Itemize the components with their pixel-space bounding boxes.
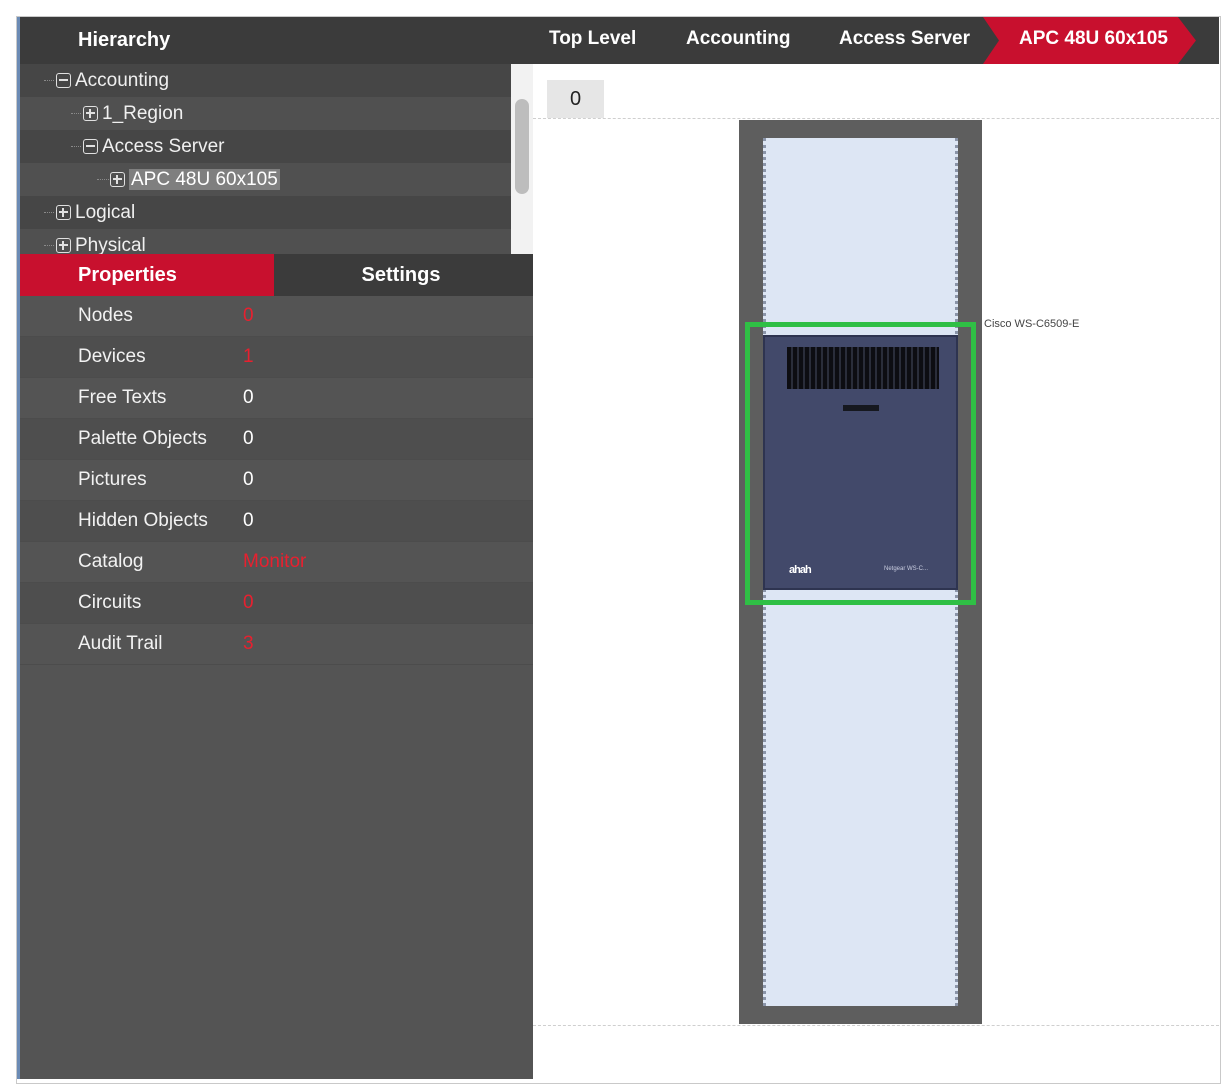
property-label: Nodes: [78, 305, 133, 326]
property-row-nodes: Nodes 0: [20, 296, 533, 337]
property-value: 0: [243, 387, 254, 408]
tree-scrollbar[interactable]: [511, 64, 533, 254]
property-row-circuits: Circuits 0: [20, 583, 533, 624]
scrollbar-thumb[interactable]: [515, 99, 529, 194]
property-value-link[interactable]: 1: [243, 346, 254, 368]
property-value: 0: [243, 469, 254, 490]
expand-icon[interactable]: [56, 205, 71, 220]
property-value-link[interactable]: 0: [243, 592, 254, 614]
tree-node-accounting[interactable]: Accounting: [20, 64, 511, 97]
tree-node-physical[interactable]: Physical: [20, 229, 511, 254]
tree-node-access-server[interactable]: Access Server: [20, 130, 511, 163]
collapse-icon[interactable]: [83, 139, 98, 154]
breadcrumb: Top Level Accounting Access Server APC 4…: [533, 17, 1219, 64]
breadcrumb-access-server[interactable]: Access Server: [839, 17, 970, 64]
property-row-free-texts: Free Texts 0: [20, 378, 533, 419]
property-value-link[interactable]: Monitor: [243, 551, 306, 573]
breadcrumb-accounting[interactable]: Accounting: [686, 17, 791, 64]
property-row-audit-trail: Audit Trail 3: [20, 624, 533, 665]
property-label: Hidden Objects: [78, 510, 208, 531]
property-value: 0: [243, 428, 254, 449]
tab-settings[interactable]: Settings: [274, 254, 528, 296]
property-row-devices: Devices 1: [20, 337, 533, 378]
property-row-palette-objects: Palette Objects 0: [20, 419, 533, 460]
expand-icon[interactable]: [56, 238, 71, 253]
property-label: Catalog: [78, 551, 144, 572]
tree-node-label: Physical: [75, 235, 146, 254]
property-label: Audit Trail: [78, 633, 163, 654]
hierarchy-header: Hierarchy: [20, 17, 533, 64]
rack-canvas[interactable]: 0 ahah Netgear WS-C... Cisco WS-C6509-E: [533, 64, 1219, 1079]
tree-node-label: Accounting: [75, 70, 170, 91]
hierarchy-tree: Accounting 1_Region Access Server APC 48…: [20, 64, 533, 254]
property-value-link[interactable]: 3: [243, 633, 254, 655]
tree-node-label: Access Server: [102, 136, 225, 157]
property-value-link[interactable]: 0: [243, 305, 254, 327]
tree-node-label: 1_Region: [102, 103, 184, 124]
selection-highlight: [745, 322, 976, 605]
tree-node-label-selected: APC 48U 60x105: [129, 169, 280, 190]
device-label: Cisco WS-C6509-E: [984, 318, 1080, 330]
expand-icon[interactable]: [83, 106, 98, 121]
property-row-hidden-objects: Hidden Objects 0: [20, 501, 533, 542]
tree-node-1-region[interactable]: 1_Region: [20, 97, 511, 130]
breadcrumb-apc-48u[interactable]: APC 48U 60x105: [983, 17, 1196, 64]
property-row-catalog: Catalog Monitor: [20, 542, 533, 583]
canvas-guide-line: [533, 1025, 1219, 1026]
canvas-guide-line: [533, 118, 1219, 119]
property-label: Palette Objects: [78, 428, 207, 449]
left-panel: Hierarchy Accounting 1_Region Access Ser…: [17, 17, 533, 1079]
property-label: Devices: [78, 346, 146, 367]
level-indicator[interactable]: 0: [547, 80, 604, 118]
tree-connector: [97, 179, 109, 180]
tree-connector: [44, 245, 54, 246]
tab-properties[interactable]: Properties: [20, 254, 274, 296]
property-value: 0: [243, 510, 254, 531]
properties-list: Nodes 0 Devices 1 Free Texts 0 Palette O…: [20, 296, 533, 665]
expand-icon[interactable]: [110, 172, 125, 187]
panel-tabs: Properties Settings: [20, 254, 533, 296]
tree-connector: [44, 212, 54, 213]
tree-node-logical[interactable]: Logical: [20, 196, 511, 229]
tree-connector: [71, 146, 81, 147]
tree-node-label: Logical: [75, 202, 136, 223]
property-label: Free Texts: [78, 387, 167, 408]
tree-connector: [44, 80, 54, 81]
property-row-pictures: Pictures 0: [20, 460, 533, 501]
breadcrumb-top-level[interactable]: Top Level: [549, 17, 636, 64]
collapse-icon[interactable]: [56, 73, 71, 88]
property-label: Circuits: [78, 592, 142, 613]
property-label: Pictures: [78, 469, 147, 490]
tree-node-apc-48u[interactable]: APC 48U 60x105: [20, 163, 511, 196]
tree-connector: [71, 113, 81, 114]
